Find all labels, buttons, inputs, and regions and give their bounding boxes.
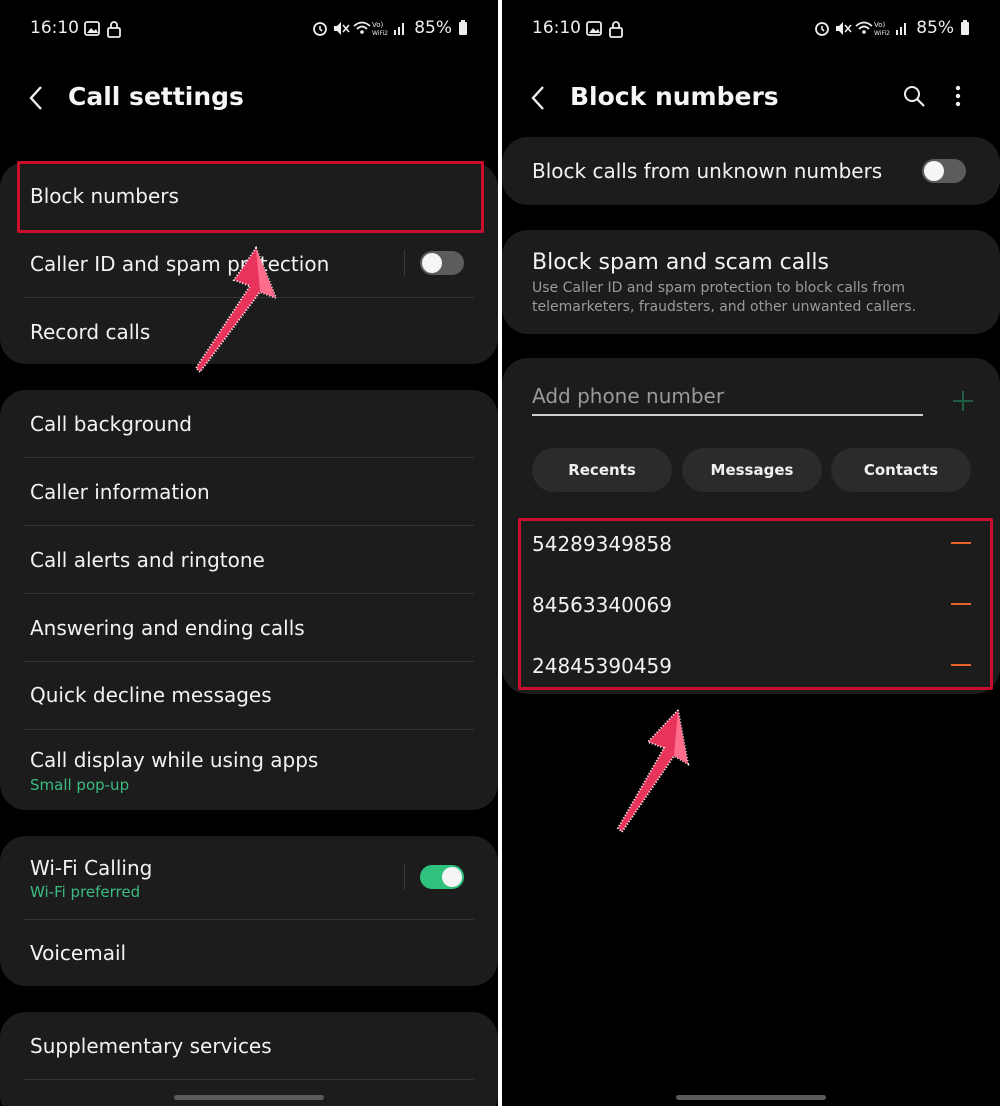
add-icon[interactable]	[952, 390, 974, 412]
back-arrow-icon[interactable]	[530, 84, 552, 114]
svg-text:Vo): Vo)	[372, 21, 384, 29]
divider	[24, 457, 474, 458]
wifi-icon	[855, 21, 873, 34]
back-arrow-icon[interactable]	[28, 84, 50, 114]
caller-id-toggle[interactable]	[420, 251, 464, 275]
signal-icon	[394, 23, 405, 35]
more-vert-icon[interactable]	[954, 84, 962, 114]
toggle-separator	[404, 250, 405, 276]
add-phone-input[interactable]: Add phone number	[532, 384, 724, 408]
spam-card[interactable]: Block spam and scam calls Use Caller ID …	[502, 230, 1000, 334]
caller-id-item[interactable]: Caller ID and spam protection	[30, 252, 329, 276]
image-icon	[84, 21, 121, 38]
mute-icon	[836, 22, 852, 35]
svg-text:WiFi2: WiFi2	[874, 30, 890, 37]
call-settings-screen: 16:10 Vo) WiFi2 85% Call settings Block …	[0, 0, 498, 1106]
wifi-calling-item[interactable]: Wi-Fi Calling	[30, 856, 152, 880]
caller-information-item[interactable]: Caller information	[30, 480, 210, 504]
messages-button[interactable]: Messages	[682, 448, 822, 492]
divider	[24, 729, 474, 730]
contacts-button[interactable]: Contacts	[831, 448, 971, 492]
page-title: Call settings	[68, 82, 244, 111]
supplementary-services-item[interactable]: Supplementary services	[30, 1034, 272, 1058]
answering-ending-item[interactable]: Answering and ending calls	[30, 616, 305, 640]
status-bar: 16:10 Vo) WiFi2 85%	[30, 18, 468, 42]
app-header: Block numbers	[530, 78, 972, 122]
spam-title: Block spam and scam calls	[532, 250, 829, 275]
settings-group-supplementary: Supplementary services	[0, 1012, 498, 1106]
alarm-icon	[815, 22, 830, 36]
spam-description: Use Caller ID and spam protection to blo…	[532, 280, 917, 315]
battery-percent: 85%	[414, 18, 452, 38]
call-display-item[interactable]: Call display while using apps	[30, 748, 318, 772]
gesture-nav-bar	[676, 1095, 826, 1100]
image-icon	[586, 21, 623, 38]
app-header: Call settings	[28, 78, 470, 122]
page-title: Block numbers	[570, 82, 779, 111]
divider	[24, 525, 474, 526]
block-unknown-card: Block calls from unknown numbers	[502, 137, 1000, 205]
mute-icon	[334, 22, 350, 35]
status-time: 16:10	[30, 18, 79, 38]
call-background-item[interactable]: Call background	[30, 412, 192, 436]
block-unknown-toggle[interactable]	[922, 159, 966, 183]
notification-icons	[586, 20, 626, 43]
status-time: 16:10	[532, 18, 581, 38]
recents-button[interactable]: Recents	[532, 448, 672, 492]
battery-icon	[459, 20, 467, 35]
input-underline	[532, 414, 923, 416]
system-status-icons: Vo) WiFi2	[313, 21, 405, 37]
wifi-icon	[353, 21, 371, 34]
divider	[24, 661, 474, 662]
toggle-separator	[404, 864, 405, 890]
block-numbers-screen: 16:10 Vo) WiFi2 85% Block numbers Block …	[502, 0, 1000, 1106]
search-icon[interactable]	[902, 84, 926, 114]
voicemail-item[interactable]: Voicemail	[30, 941, 126, 965]
arrow-pointer-icon	[194, 246, 278, 374]
call-alerts-item[interactable]: Call alerts and ringtone	[30, 548, 265, 572]
quick-decline-item[interactable]: Quick decline messages	[30, 683, 272, 707]
gesture-nav-bar	[174, 1095, 324, 1100]
alarm-icon	[313, 22, 328, 36]
svg-text:Vo): Vo)	[874, 21, 886, 29]
signal-icon	[896, 23, 907, 35]
divider	[24, 1079, 474, 1080]
highlight-box	[17, 161, 484, 233]
wifi-calling-toggle[interactable]	[420, 865, 464, 889]
svg-text:WiFi2: WiFi2	[372, 30, 388, 37]
settings-group-wifi: Wi-Fi Calling Wi-Fi preferred Voicemail	[0, 836, 498, 986]
status-right: Vo) WiFi2 85%	[814, 18, 970, 38]
battery-icon	[961, 20, 969, 35]
divider	[24, 919, 474, 920]
wifi-calling-subtitle: Wi-Fi preferred	[30, 883, 141, 901]
divider	[24, 593, 474, 594]
call-display-subtitle: Small pop-up	[30, 776, 130, 794]
notification-icons	[84, 20, 124, 43]
arrow-pointer-icon	[616, 708, 690, 834]
system-status-icons: Vo) WiFi2	[815, 21, 907, 37]
status-bar: 16:10 Vo) WiFi2 85%	[532, 18, 970, 42]
record-calls-item[interactable]: Record calls	[30, 320, 150, 344]
block-unknown-label[interactable]: Block calls from unknown numbers	[532, 159, 882, 183]
status-right: Vo) WiFi2 85%	[312, 18, 468, 38]
settings-group-call: Call background Caller information Call …	[0, 390, 498, 810]
highlight-box	[518, 518, 993, 690]
battery-percent: 85%	[916, 18, 954, 38]
